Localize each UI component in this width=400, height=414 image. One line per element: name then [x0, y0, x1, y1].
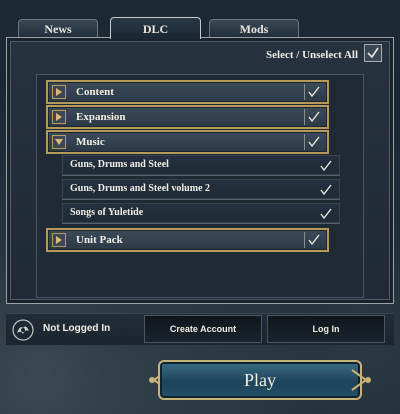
checkmark-icon	[320, 184, 332, 196]
category-label: Expansion	[76, 111, 126, 123]
checkmark-icon	[308, 234, 320, 246]
category-label: Unit Pack	[76, 234, 123, 246]
category-checkbox[interactable]	[304, 232, 321, 248]
paradox-logo-icon	[12, 319, 34, 341]
dlc-item-checkbox[interactable]	[320, 183, 332, 201]
collapse-toggle[interactable]	[52, 135, 66, 149]
dlc-item-label: Guns, Drums and Steel volume 2	[70, 183, 211, 194]
tab-mods[interactable]: Mods	[209, 19, 299, 37]
checkmark-icon	[308, 86, 320, 98]
expand-toggle[interactable]	[52, 85, 66, 99]
dlc-item-row[interactable]: Songs of Yuletide	[62, 203, 340, 224]
checkmark-icon	[308, 136, 320, 148]
checkmark-icon	[308, 111, 320, 123]
dlc-item-label: Guns, Drums and Steel	[70, 159, 169, 170]
dlc-item-row[interactable]: Guns, Drums and Steel volume 2	[62, 179, 340, 200]
tab-news[interactable]: News	[18, 19, 98, 37]
category-row-music[interactable]: Music	[46, 130, 329, 154]
dlc-item-checkbox[interactable]	[320, 159, 332, 177]
select-all-label: Select / Unselect All	[266, 49, 358, 61]
play-button-frame: Play	[146, 356, 374, 404]
login-status: Not Logged In	[43, 323, 111, 334]
triangle-right-icon	[56, 113, 62, 121]
checkmark-icon	[320, 160, 332, 172]
category-row-unit-pack[interactable]: Unit Pack	[46, 228, 329, 252]
category-label: Content	[76, 86, 114, 98]
expand-toggle[interactable]	[52, 233, 66, 247]
triangle-right-icon	[56, 236, 62, 244]
ornament-right-icon	[351, 369, 371, 391]
select-all-checkbox[interactable]	[364, 44, 382, 62]
checkmark-icon	[367, 47, 379, 59]
tab-dlc[interactable]: DLC	[110, 17, 201, 39]
log-in-button[interactable]: Log In	[267, 315, 385, 343]
triangle-down-icon	[55, 139, 63, 145]
category-row-content[interactable]: Content	[46, 80, 329, 104]
category-checkbox[interactable]	[304, 109, 321, 125]
triangle-right-icon	[56, 88, 62, 96]
dlc-item-label: Songs of Yuletide	[70, 207, 144, 218]
category-checkbox[interactable]	[304, 84, 321, 100]
category-label: Music	[76, 136, 105, 148]
checkmark-icon	[320, 208, 332, 220]
category-checkbox[interactable]	[304, 134, 321, 150]
play-button[interactable]: Play	[158, 360, 362, 400]
expand-toggle[interactable]	[52, 110, 66, 124]
create-account-button[interactable]: Create Account	[144, 315, 262, 343]
dlc-item-checkbox[interactable]	[320, 207, 332, 225]
dlc-item-row[interactable]: Guns, Drums and Steel	[62, 155, 340, 176]
category-row-expansion[interactable]: Expansion	[46, 105, 329, 129]
